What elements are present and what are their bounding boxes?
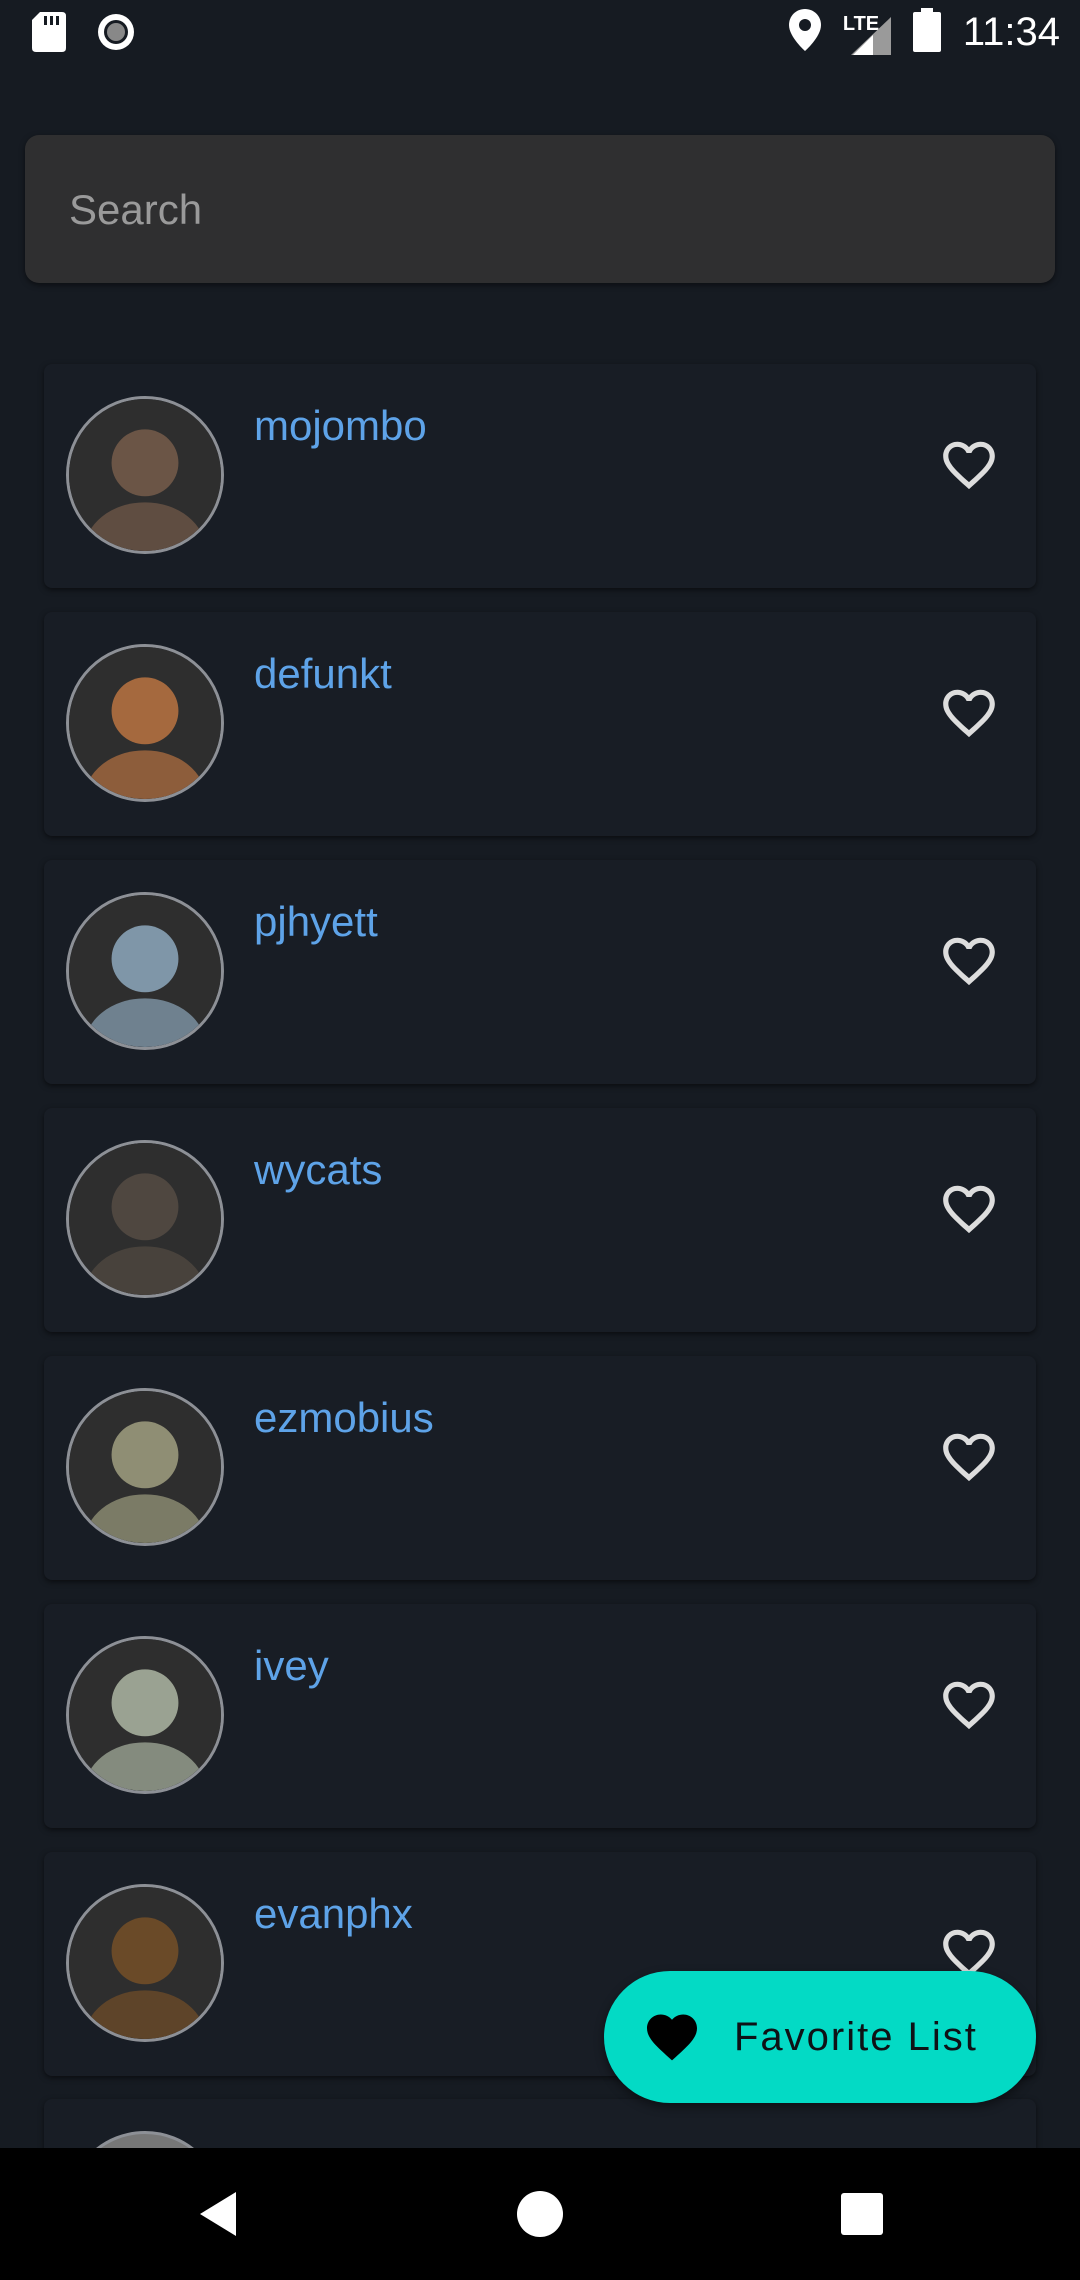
username[interactable]: ezmobius [254, 1394, 434, 1442]
recents-icon[interactable] [834, 2186, 890, 2242]
user-card[interactable]: pjhyett [44, 860, 1036, 1084]
favorite-list-label: Favorite List [734, 2014, 978, 2059]
avatar [66, 644, 224, 802]
favorite-heart-icon[interactable] [934, 1422, 1004, 1492]
username[interactable]: evanphx [254, 1890, 413, 1938]
avatar [66, 892, 224, 1050]
username[interactable]: mojombo [254, 402, 427, 450]
home-icon[interactable] [512, 2186, 568, 2242]
user-list[interactable]: mojombo defunkt pjhyett wycats ezmobius ivey e… [0, 0, 1080, 2148]
user-card[interactable]: ivey [44, 1604, 1036, 1828]
favorite-heart-icon[interactable] [934, 1670, 1004, 1740]
username[interactable]: pjhyett [254, 898, 378, 946]
favorite-heart-icon[interactable] [934, 1174, 1004, 1244]
avatar [66, 396, 224, 554]
avatar [66, 1636, 224, 1794]
user-card[interactable]: ezmobius [44, 1356, 1036, 1580]
favorite-heart-icon[interactable] [934, 678, 1004, 748]
back-icon[interactable] [192, 2186, 248, 2242]
favorite-list-button[interactable]: Favorite List [604, 1971, 1036, 2103]
user-card[interactable]: wycats [44, 1108, 1036, 1332]
favorite-heart-icon[interactable] [934, 926, 1004, 996]
navigation-bar [0, 2148, 1080, 2280]
list-item[interactable] [44, 2099, 1036, 2148]
avatar [66, 2131, 224, 2148]
username[interactable]: wycats [254, 1146, 382, 1194]
username[interactable]: defunkt [254, 650, 392, 698]
username[interactable]: ivey [254, 1642, 329, 1690]
avatar [66, 1884, 224, 2042]
avatar [66, 1388, 224, 1546]
user-card[interactable]: defunkt [44, 612, 1036, 836]
user-card[interactable]: mojombo [44, 364, 1036, 588]
avatar [66, 1140, 224, 1298]
heart-filled-icon [647, 2014, 697, 2061]
favorite-heart-icon[interactable] [934, 430, 1004, 500]
